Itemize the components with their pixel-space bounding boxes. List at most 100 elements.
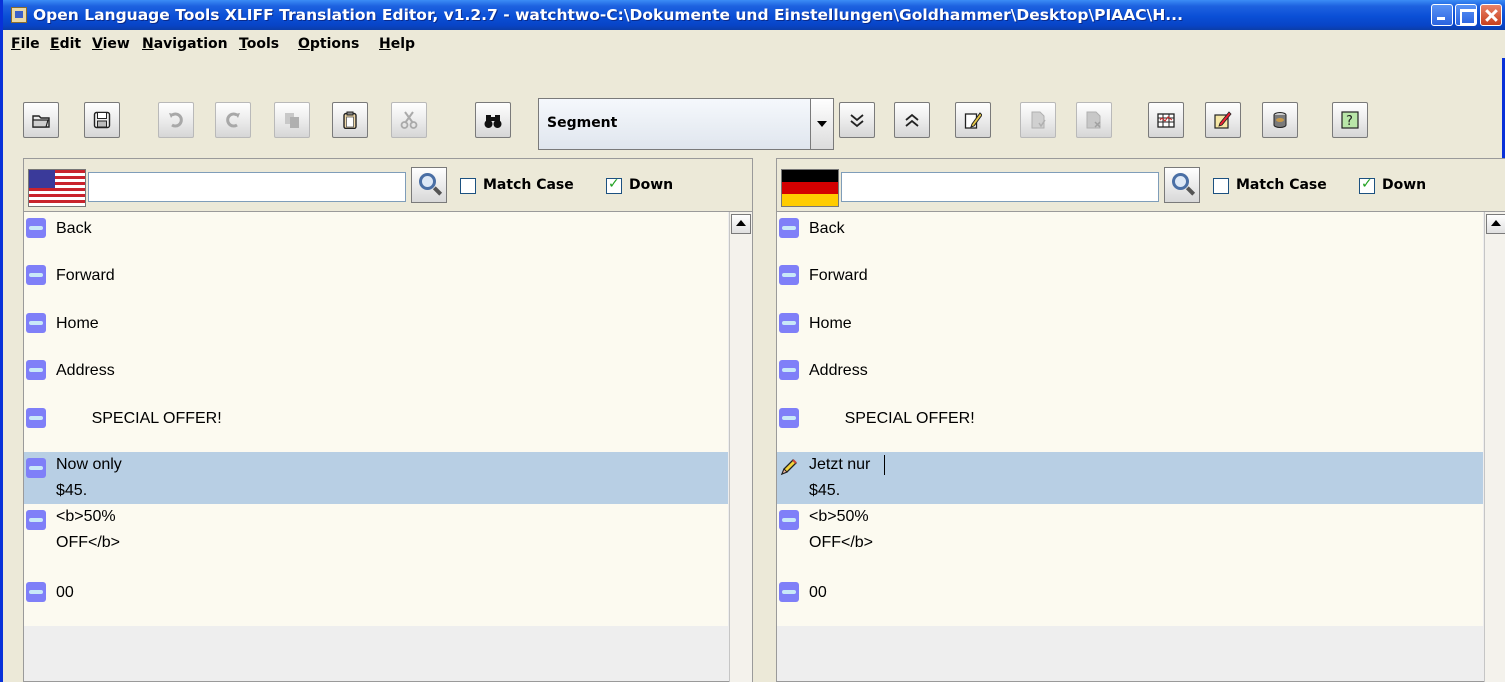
menu-bar: File Edit View Navigation Tools Options …: [6, 30, 1505, 58]
segment-status-icon: [779, 360, 799, 380]
menu-help[interactable]: Help: [379, 36, 415, 52]
scroll-up-arrow-icon[interactable]: [731, 214, 751, 234]
source-match-case-checkbox[interactable]: [460, 178, 476, 194]
target-segment-editing[interactable]: Jetzt nur $45.: [777, 452, 1483, 504]
paste-button[interactable]: [332, 102, 368, 138]
source-segment[interactable]: Back: [24, 212, 728, 258]
copy-source-button[interactable]: [1020, 102, 1056, 138]
segment-text: Back: [809, 220, 845, 237]
segment-status-icon: [779, 510, 799, 530]
target-segment[interactable]: 00: [777, 576, 1483, 622]
save-button[interactable]: [84, 102, 120, 138]
segment-status-icon: [779, 313, 799, 333]
source-segment[interactable]: 00: [24, 576, 728, 622]
app-window: Open Language Tools XLIFF Translation Ed…: [0, 0, 1505, 682]
next-segment-button[interactable]: [839, 102, 875, 138]
target-match-case-label: Match Case: [1236, 177, 1327, 193]
source-segment[interactable]: Home: [24, 307, 728, 353]
previous-segment-button[interactable]: [894, 102, 930, 138]
segment-text: SPECIAL OFFER!: [809, 410, 975, 427]
help-button[interactable]: ?: [1332, 102, 1368, 138]
target-segment[interactable]: Address: [777, 354, 1483, 400]
target-segment[interactable]: <b>50% OFF</b>: [777, 504, 1483, 556]
double-chevron-down-icon: [850, 114, 864, 128]
redo-button[interactable]: [215, 102, 251, 138]
find-button[interactable]: [475, 102, 511, 138]
clear-target-icon: [1086, 111, 1101, 129]
app-icon[interactable]: [11, 7, 27, 23]
us-flag-icon: [28, 169, 86, 207]
target-panel: Match Case Down Back Forward Home: [776, 158, 1505, 682]
segment-text: Now only $45.: [56, 456, 122, 499]
segment-status-icon: [779, 265, 799, 285]
pencil-icon-svg: [780, 459, 797, 476]
segment-text: Address: [56, 362, 115, 379]
menu-view[interactable]: View: [92, 36, 130, 52]
segment-text: 00: [809, 584, 827, 601]
target-match-case-checkbox[interactable]: [1213, 178, 1229, 194]
maximize-button[interactable]: [1455, 4, 1477, 26]
copy-button[interactable]: [274, 102, 310, 138]
source-segment[interactable]: Forward: [24, 259, 728, 305]
open-button[interactable]: [23, 102, 59, 138]
target-edit-field[interactable]: Jetzt nur $45.: [809, 452, 870, 504]
annotate-button[interactable]: [1205, 102, 1241, 138]
target-down-checkbox[interactable]: [1359, 176, 1375, 194]
table-icon: [1157, 113, 1175, 128]
magnifier-handle: [432, 186, 443, 196]
magnifier-handle: [1185, 186, 1196, 196]
segment-text: Forward: [56, 267, 115, 284]
redo-icon: [226, 112, 240, 128]
segment-text: SPECIAL OFFER!: [56, 410, 222, 427]
target-segment[interactable]: Home: [777, 307, 1483, 353]
scroll-up-arrow-icon[interactable]: [1486, 214, 1505, 234]
mode-select-box: Segment: [538, 98, 834, 150]
source-segment[interactable]: <b>50% OFF</b>: [24, 504, 728, 556]
segment-text: Home: [56, 315, 99, 332]
target-segment[interactable]: Forward: [777, 259, 1483, 305]
close-button[interactable]: [1480, 4, 1502, 26]
target-search-input[interactable]: [841, 172, 1159, 202]
source-search-button[interactable]: [411, 167, 447, 203]
menu-navigation[interactable]: Navigation: [142, 36, 228, 52]
source-down-checkbox[interactable]: [606, 176, 622, 194]
source-segment-selected[interactable]: Now only $45.: [24, 452, 728, 504]
menu-file[interactable]: File: [11, 36, 40, 52]
undo-button[interactable]: [158, 102, 194, 138]
database-button[interactable]: [1262, 102, 1298, 138]
segment-text: Back: [56, 220, 92, 237]
cut-button[interactable]: [391, 102, 427, 138]
target-search-button[interactable]: [1164, 167, 1200, 203]
open-icon: [32, 115, 50, 128]
binoculars-icon: [484, 115, 502, 128]
source-segment[interactable]: Address: [24, 354, 728, 400]
target-scrollbar[interactable]: [1484, 212, 1505, 682]
title-bar[interactable]: Open Language Tools XLIFF Translation Ed…: [3, 0, 1505, 30]
edit-button[interactable]: [955, 102, 991, 138]
source-segments: Back Forward Home Address SPECIAL OFFER!…: [24, 212, 728, 626]
menu-edit[interactable]: Edit: [50, 36, 81, 52]
source-search-input[interactable]: [88, 172, 406, 202]
source-match-case-label: Match Case: [483, 177, 574, 193]
segment-text: <b>50% OFF</b>: [809, 508, 874, 551]
source-segment[interactable]: SPECIAL OFFER!: [24, 402, 728, 448]
de-flag-icon: [781, 169, 839, 207]
menu-tools[interactable]: Tools: [239, 36, 279, 52]
target-segments: Back Forward Home Address SPECIAL OFFER!…: [777, 212, 1483, 626]
segment-status-icon: [779, 218, 799, 238]
segment-text: Address: [809, 362, 868, 379]
source-scrollbar[interactable]: [729, 212, 752, 682]
table-button[interactable]: [1148, 102, 1184, 138]
mode-select[interactable]: Segment: [538, 98, 834, 150]
minimize-button[interactable]: [1431, 4, 1453, 26]
clear-target-button[interactable]: [1076, 102, 1112, 138]
text-cursor: [884, 455, 885, 475]
note-pencil-icon: [1214, 111, 1232, 129]
undo-icon: [169, 112, 183, 128]
target-search-bar: Match Case Down: [777, 159, 1505, 211]
chevron-down-icon[interactable]: [810, 99, 833, 149]
target-segment[interactable]: SPECIAL OFFER!: [777, 402, 1483, 448]
menu-options[interactable]: Options: [298, 36, 359, 52]
target-segment[interactable]: Back: [777, 212, 1483, 258]
segment-status-icon: [26, 313, 46, 333]
